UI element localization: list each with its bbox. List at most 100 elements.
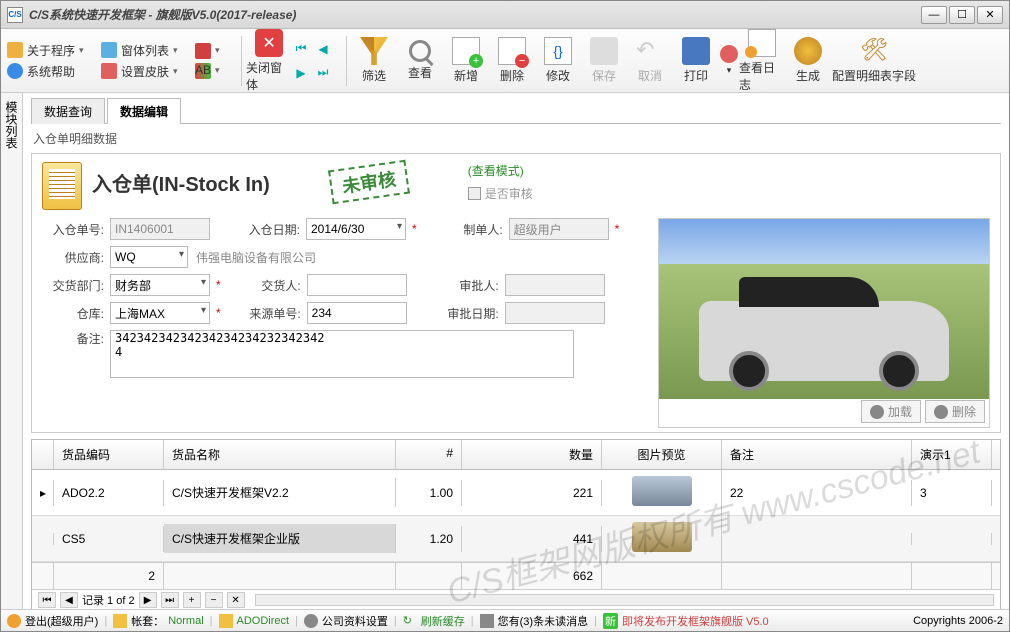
nav-prev-icon[interactable]: ◀ [314, 41, 332, 57]
thumb-image [632, 522, 692, 552]
delete-button[interactable]: −删除 [489, 37, 535, 84]
tools-icon: 🛠 [860, 37, 888, 65]
gear-icon [794, 37, 822, 65]
appdate-input [505, 302, 605, 324]
log-icon [748, 29, 776, 57]
docno-input [110, 218, 210, 240]
pager-prev[interactable]: ◀ [60, 592, 78, 608]
image-preview-pane: 加载 删除 [658, 218, 990, 428]
generate-button[interactable]: 生成 [785, 37, 831, 84]
app-logo: C/S [7, 7, 23, 23]
status-book[interactable]: 帐套：Normal [113, 613, 203, 629]
help-menu[interactable]: 系统帮助 [7, 63, 87, 80]
col-qty[interactable]: 数量 [462, 440, 602, 469]
undo-icon: ↶ [636, 37, 664, 65]
content-tabs: 数据查询 数据编辑 [31, 97, 1001, 124]
edit-icon: {} [544, 37, 572, 65]
pager-add[interactable]: + [183, 592, 201, 608]
document-icon [42, 162, 82, 210]
col-hash[interactable]: # [396, 440, 462, 469]
approver-input [505, 274, 605, 296]
delete-icon: − [498, 37, 526, 65]
save-button: 保存 [581, 37, 627, 84]
search-icon [409, 40, 431, 62]
deliverer-input[interactable] [307, 274, 407, 296]
skin-menu[interactable]: 设置皮肤▾ [101, 63, 181, 80]
h-scrollbar[interactable] [255, 594, 994, 606]
remark-input[interactable] [110, 330, 574, 378]
add-icon: + [452, 37, 480, 65]
nav-next-icon[interactable]: ▶ [292, 65, 310, 81]
supplier-code-input[interactable] [110, 246, 188, 268]
status-company[interactable]: 公司资料设置 [304, 613, 388, 629]
status-login[interactable]: 登出(超级用户) [7, 613, 98, 629]
col-note[interactable]: 备注 [722, 440, 912, 469]
image-load-button[interactable]: 加载 [861, 400, 921, 423]
funnel-icon [360, 37, 388, 65]
status-refresh[interactable]: ↻刷新缓存 [403, 613, 465, 629]
pager-first[interactable]: ⏮ [38, 592, 56, 608]
tab-edit[interactable]: 数据编辑 [107, 98, 181, 124]
audit-checkbox: 是否审核 [468, 185, 533, 202]
titlebar: C/S C/S系统快速开发框架 - 旗舰版V5.0(2017-release) … [1, 1, 1009, 29]
maker-input [509, 218, 609, 240]
printer-icon [682, 37, 710, 65]
status-db[interactable]: ADODirect [219, 614, 290, 628]
status-news[interactable]: 新即将发布开发框架旗舰版 V5.0 [603, 613, 769, 629]
side-tab-modules[interactable]: 模块列表 [1, 93, 23, 609]
date-input[interactable] [306, 218, 406, 240]
person-icon [720, 45, 738, 63]
minimize-button[interactable]: — [921, 6, 947, 24]
add-button[interactable]: +新增 [443, 37, 489, 84]
toolbar: 关于程序▾ 系统帮助 窗体列表▾ 设置皮肤▾ ▾ AB▾ ✕关闭窗体 ⏮◀ ▶⏭… [1, 29, 1009, 93]
col-code[interactable]: 货品编码 [54, 440, 164, 469]
srcno-input[interactable] [307, 302, 407, 324]
col-demo[interactable]: 演示1 [912, 440, 992, 469]
nav-last-icon[interactable]: ⏭ [314, 65, 332, 81]
section-title: 入仓单明细数据 [31, 124, 1001, 153]
tab-query[interactable]: 数据查询 [31, 98, 105, 124]
print-dropdown[interactable]: ▾ [719, 45, 739, 76]
maximize-button[interactable]: ☐ [949, 6, 975, 24]
edit-button[interactable]: {}修改 [535, 37, 581, 84]
print-button[interactable]: 打印 [673, 37, 719, 84]
close-form-button[interactable]: ✕关闭窗体 [246, 29, 292, 93]
view-mode-label: (查看模式) [468, 162, 533, 179]
config-fields-button[interactable]: 🛠配置明细表字段 [831, 37, 917, 84]
detail-grid: 货品编码 货品名称 # 数量 图片预览 备注 演示1 ▸ ADO2.2 C/S快… [31, 439, 1001, 609]
pager-last[interactable]: ⏭ [161, 592, 179, 608]
dept-input[interactable] [110, 274, 210, 296]
dropdown-b[interactable]: AB▾ [195, 63, 223, 79]
car-image [659, 219, 989, 399]
pager-end[interactable]: ✕ [227, 592, 245, 608]
close-window-button[interactable]: ✕ [977, 6, 1003, 24]
statusbar: 登出(超级用户)| 帐套：Normal| ADODirect| 公司资料设置| … [1, 609, 1009, 631]
windows-menu[interactable]: 窗体列表▾ [101, 42, 181, 59]
thumb-image [632, 476, 692, 506]
log-button[interactable]: 查看日志 [739, 29, 785, 93]
image-delete-button[interactable]: 删除 [925, 400, 985, 423]
about-menu[interactable]: 关于程序▾ [7, 42, 87, 59]
col-name[interactable]: 货品名称 [164, 440, 396, 469]
form-panel: 入仓单(IN-Stock In) 未审核 (查看模式) 是否审核 入仓单号: 入… [31, 153, 1001, 433]
pager-next[interactable]: ▶ [139, 592, 157, 608]
nav-first-icon[interactable]: ⏮ [292, 41, 310, 57]
supplier-name [192, 246, 532, 268]
col-img[interactable]: 图片预览 [602, 440, 722, 469]
grid-pager: ⏮ ◀ 记录 1 of 2 ▶ ⏭ + − ✕ [32, 589, 1000, 609]
filter-button[interactable]: 筛选 [351, 37, 397, 84]
status-copyright: Copyrights 2006-2 [913, 615, 1003, 627]
dropdown-a[interactable]: ▾ [195, 43, 223, 59]
audit-stamp: 未审核 [328, 160, 410, 205]
warehouse-input[interactable] [110, 302, 210, 324]
cancel-button: ↶取消 [627, 37, 673, 84]
view-button[interactable]: 查看 [397, 40, 443, 81]
window-title: C/S系统快速开发框架 - 旗舰版V5.0(2017-release) [29, 6, 921, 23]
status-messages[interactable]: 您有(3)条未读消息 [480, 613, 588, 629]
doc-title: 入仓单(IN-Stock In) [92, 168, 270, 197]
table-row[interactable]: ▸ ADO2.2 C/S快速开发框架V2.2 1.00 221 22 3 [32, 470, 1000, 516]
window-buttons: — ☐ ✕ [921, 6, 1003, 24]
table-row[interactable]: CS5 C/S快速开发框架企业版 1.20 441 [32, 516, 1000, 562]
save-icon [590, 37, 618, 65]
pager-del[interactable]: − [205, 592, 223, 608]
